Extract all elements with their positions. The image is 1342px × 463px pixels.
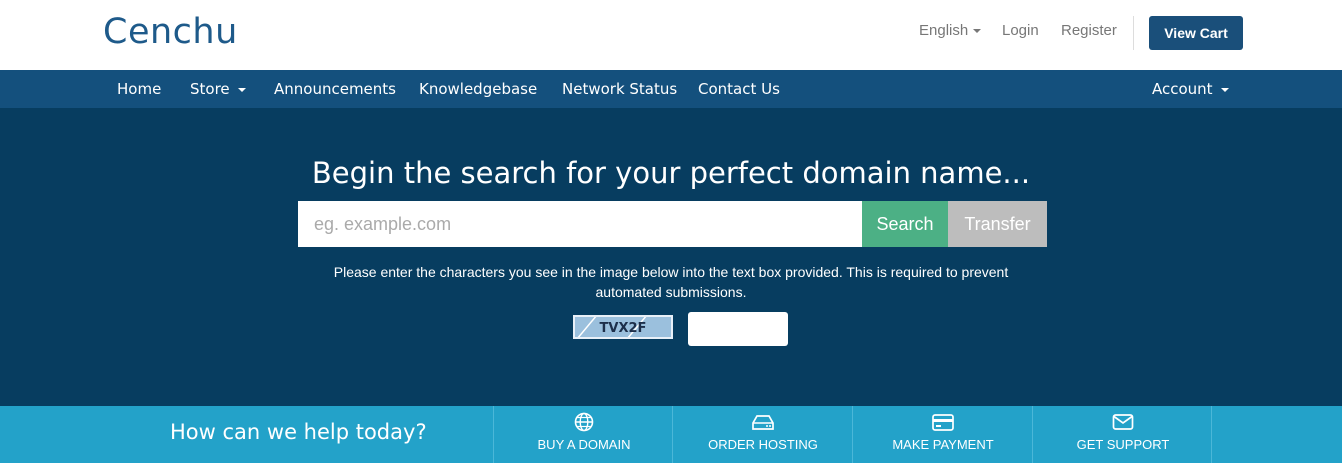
captcha-input[interactable]	[688, 312, 788, 346]
language-selector[interactable]: English	[919, 22, 982, 44]
nav-item-account-label: Account	[1152, 80, 1213, 98]
help-bar: How can we help today? BUY A DOMAIN ORDE…	[0, 406, 1342, 463]
caret-down-icon	[237, 87, 246, 92]
get-support-label: GET SUPPORT	[1076, 437, 1170, 452]
nav-item-home[interactable]: Home	[117, 70, 161, 108]
hero-title: Begin the search for your perfect domain…	[311, 156, 1031, 190]
login-link[interactable]: Login	[1002, 22, 1039, 44]
domain-search-hero: Begin the search for your perfect domain…	[0, 108, 1342, 406]
globe-icon	[574, 412, 594, 432]
search-button[interactable]: Search	[862, 201, 948, 247]
caret-down-icon	[973, 29, 982, 34]
nav-item-network-status[interactable]: Network Status	[562, 70, 677, 108]
main-nav: Home Store Announcements Knowledgebase N…	[0, 70, 1342, 108]
buy-domain-label: BUY A DOMAIN	[537, 437, 631, 452]
register-link[interactable]: Register	[1061, 22, 1117, 44]
make-payment-link[interactable]: MAKE PAYMENT	[852, 406, 1032, 463]
captcha-image-text: TVX2F	[600, 321, 647, 336]
help-heading: How can we help today?	[170, 420, 427, 444]
nav-item-announcements[interactable]: Announcements	[274, 70, 396, 108]
nav-item-contact-us[interactable]: Contact Us	[698, 70, 780, 108]
captcha-image: TVX2F	[573, 315, 673, 339]
hard-drive-icon	[752, 415, 774, 430]
captcha-instructions: Please enter the characters you see in t…	[333, 264, 1009, 300]
nav-item-account[interactable]: Account	[1152, 70, 1229, 108]
transfer-button[interactable]: Transfer	[948, 201, 1047, 247]
domain-search-input[interactable]	[298, 201, 862, 247]
view-cart-button[interactable]: View Cart	[1149, 16, 1243, 50]
buy-domain-link[interactable]: BUY A DOMAIN	[493, 406, 673, 463]
order-hosting-link[interactable]: ORDER HOSTING	[672, 406, 852, 463]
nav-item-store[interactable]: Store	[190, 70, 246, 108]
envelope-icon	[1112, 414, 1134, 430]
site-logo[interactable]: Cenchu	[103, 12, 238, 52]
make-payment-label: MAKE PAYMENT	[892, 437, 994, 452]
get-support-link[interactable]: GET SUPPORT	[1032, 406, 1212, 463]
language-label: English	[919, 22, 969, 39]
site-header: Cenchu English Login Register View Cart	[0, 0, 1342, 70]
header-divider	[1133, 16, 1134, 50]
nav-item-knowledgebase[interactable]: Knowledgebase	[419, 70, 537, 108]
caret-down-icon	[1220, 87, 1229, 92]
order-hosting-label: ORDER HOSTING	[708, 437, 818, 452]
nav-item-store-label: Store	[190, 80, 230, 98]
credit-card-icon	[932, 414, 954, 431]
